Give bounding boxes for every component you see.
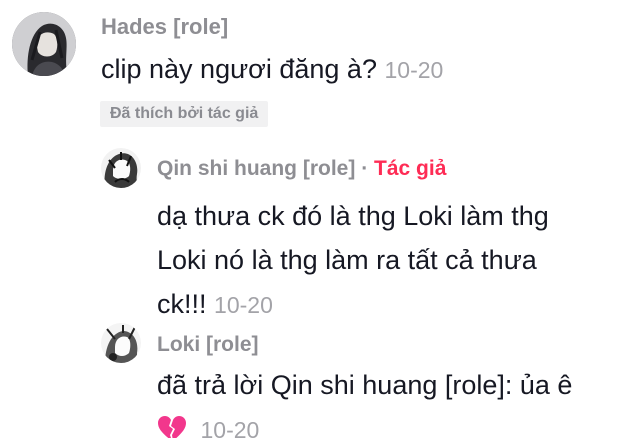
liked-by-author-badge: Đã thích bởi tác giả	[100, 101, 269, 127]
reply-author-name[interactable]: Qin shi huang [role]	[157, 157, 355, 180]
reply-author[interactable]: Qin shi huang [role] · Tác giả	[157, 157, 446, 181]
author-separator: ·	[361, 157, 369, 180]
reply-author[interactable]: Loki [role]	[157, 333, 259, 357]
comment-text: clip này ngươi đăng à? 10-20	[101, 47, 443, 92]
comment-thread: Hades [role] clip này ngươi đăng à? 10-2…	[0, 0, 630, 438]
reply-text-line: dạ thưa ck đó là thg Loki làm thg	[157, 201, 549, 231]
manga-portrait-avatar-icon	[101, 323, 141, 363]
comment-timestamp: 10-20	[384, 57, 444, 83]
dark-portrait-avatar-icon	[12, 12, 76, 76]
avatar[interactable]	[101, 148, 141, 188]
reply-text-line: ck!!!	[157, 289, 207, 319]
reply-timestamp: 10-20	[200, 417, 260, 438]
reply-text: đã trả lời Qin shi huang [role]: ủa ê 10…	[157, 363, 572, 438]
broken-heart-icon	[157, 412, 187, 438]
avatar[interactable]	[101, 323, 141, 363]
manga-portrait-avatar-icon	[101, 148, 141, 188]
avatar[interactable]	[12, 12, 76, 76]
reply-timestamp: 10-20	[214, 292, 273, 318]
creator-tag: Tác giả	[374, 157, 447, 180]
reply-text-line-last: 10-20	[157, 407, 572, 438]
comment-text-content: clip này ngươi đăng à?	[101, 54, 377, 84]
reply-text: dạ thưa ck đó là thg Loki làm thg Loki n…	[157, 194, 549, 327]
comment-author[interactable]: Hades [role]	[101, 14, 228, 40]
reply-text-line-last: ck!!! 10-20	[157, 282, 549, 327]
reply-text-line: đã trả lời Qin shi huang [role]: ủa ê	[157, 370, 573, 400]
reply-text-line: Loki nó là thg làm ra tất cả thưa	[157, 245, 537, 275]
